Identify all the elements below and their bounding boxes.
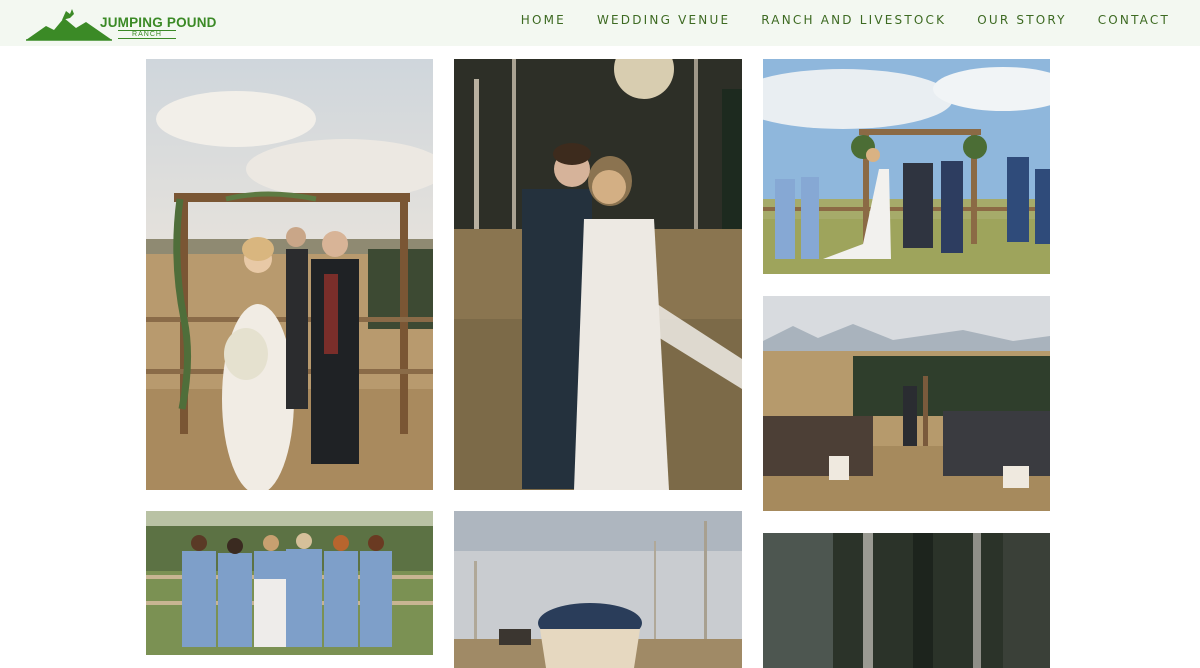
main-nav: HOME WEDDING VENUE RANCH AND LIVESTOCK O… — [490, 13, 1170, 27]
nav-item-contact[interactable]: CONTACT — [1098, 13, 1170, 27]
nav-item-our-story[interactable]: OUR STORY — [977, 13, 1066, 27]
site-header: JUMPING POUND RANCH HOME WEDDING VENUE R… — [0, 0, 1200, 46]
gallery-photo-ceremony-arch-wide[interactable] — [763, 59, 1050, 274]
logo-subtitle: RANCH — [118, 30, 176, 39]
gallery-photo-ceremony-guests-seated[interactable] — [763, 296, 1050, 511]
gallery-photo-bridesmaids-back-view[interactable] — [146, 511, 433, 655]
gallery-photo-basket-blankets[interactable] — [454, 511, 742, 668]
site-logo[interactable]: JUMPING POUND RANCH — [26, 4, 216, 41]
logo-name: JUMPING POUND — [100, 15, 217, 30]
nav-item-ranch-and-livestock[interactable]: RANCH AND LIVESTOCK — [761, 13, 946, 27]
gallery-photo-couple-portrait-sunset[interactable] — [454, 59, 742, 490]
nav-item-home[interactable]: HOME — [521, 13, 566, 27]
gallery-photo-dark-forest[interactable] — [763, 533, 1050, 668]
nav-item-wedding-venue[interactable]: WEDDING VENUE — [597, 13, 730, 27]
gallery-photo-couple-under-arch[interactable] — [146, 59, 433, 490]
